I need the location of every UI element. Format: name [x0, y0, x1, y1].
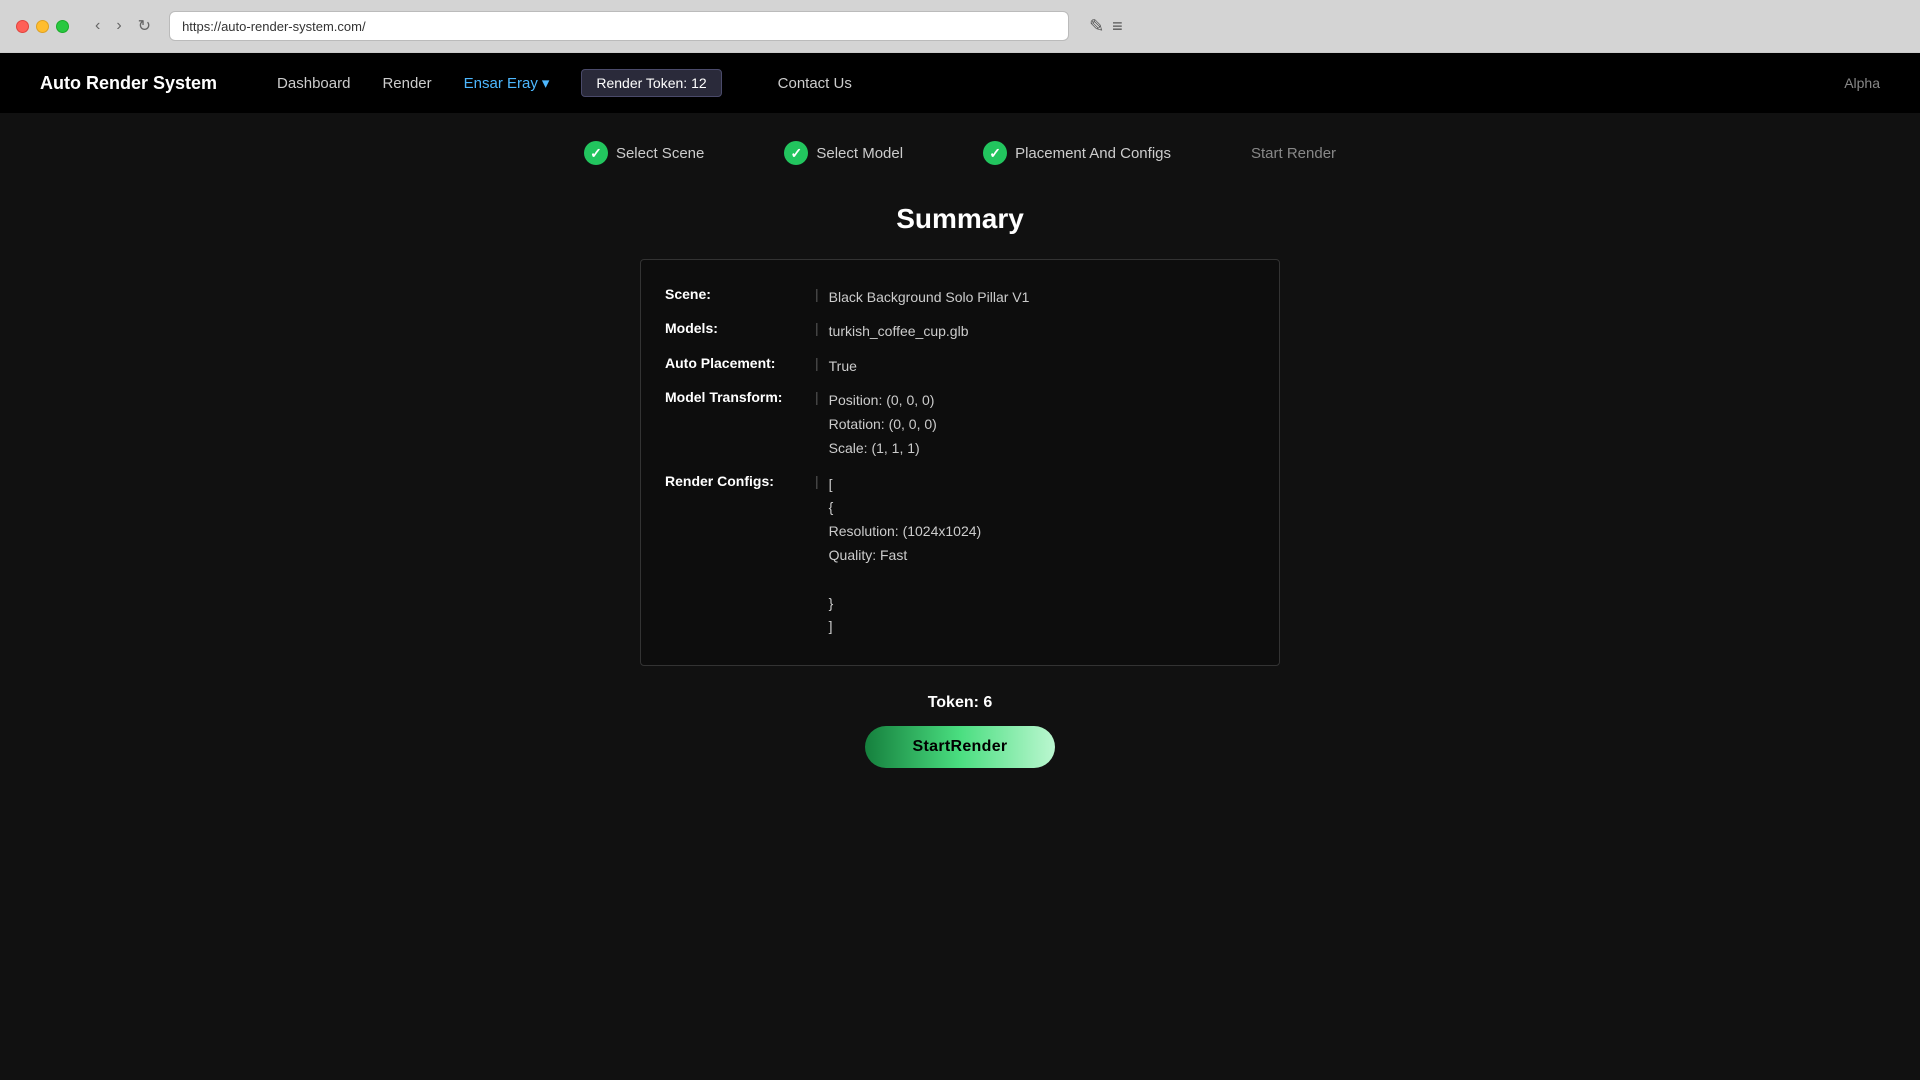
nav-dashboard[interactable]: Dashboard: [277, 75, 350, 92]
step-label-select-model: Select Model: [816, 145, 903, 162]
main-content: Summary Scene: | Black Background Solo P…: [0, 193, 1920, 1080]
maximize-button[interactable]: [56, 20, 69, 33]
step-start-render[interactable]: Start Render: [1251, 145, 1336, 162]
navbar: Auto Render System Dashboard Render Ensa…: [0, 53, 1920, 113]
summary-value-scene: Black Background Solo Pillar V1: [829, 286, 1030, 308]
summary-row-render-configs: Render Configs: | [ { Resolution: (1024x…: [665, 467, 1255, 646]
config-open-bracket: [: [829, 473, 982, 497]
summary-row-auto-placement: Auto Placement: | True: [665, 349, 1255, 383]
address-bar[interactable]: https://auto-render-system.com/: [169, 11, 1069, 41]
separator-render-configs: |: [815, 473, 819, 489]
nav-render[interactable]: Render: [382, 75, 431, 92]
browser-nav-buttons: ‹ › ↻: [89, 14, 157, 38]
step-label-placement-configs: Placement And Configs: [1015, 145, 1171, 162]
summary-row-scene: Scene: | Black Background Solo Pillar V1: [665, 280, 1255, 314]
separator-models: |: [815, 320, 819, 336]
step-check-placement-configs: ✓: [983, 141, 1007, 165]
config-spacer: [829, 568, 982, 592]
browser-titlebar: ‹ › ↻ https://auto-render-system.com/ ✎ …: [0, 0, 1920, 52]
summary-label-model-transform: Model Transform:: [665, 389, 805, 405]
menu-icon[interactable]: ≡: [1112, 16, 1123, 37]
config-resolution: Resolution: (1024x1024): [829, 520, 982, 544]
nav-user[interactable]: Ensar Eray ▾: [464, 74, 550, 92]
transform-rotation: Rotation: (0, 0, 0): [829, 413, 937, 437]
steps-bar: ✓ Select Scene ✓ Select Model ✓ Placemen…: [0, 113, 1920, 193]
url-text: https://auto-render-system.com/: [182, 19, 366, 34]
summary-value-models: turkish_coffee_cup.glb: [829, 320, 969, 342]
summary-row-model-transform: Model Transform: | Position: (0, 0, 0) R…: [665, 383, 1255, 466]
separator-scene: |: [815, 286, 819, 302]
separator-auto-placement: |: [815, 355, 819, 371]
reload-button[interactable]: ↻: [132, 14, 157, 38]
summary-value-auto-placement: True: [829, 355, 857, 377]
nav-token-badge: Render Token: 12: [581, 69, 721, 97]
transform-scale: Scale: (1, 1, 1): [829, 437, 937, 461]
separator-model-transform: |: [815, 389, 819, 405]
browser-actions: ✎ ≡: [1089, 16, 1123, 37]
summary-table: Scene: | Black Background Solo Pillar V1…: [640, 259, 1280, 666]
chevron-down-icon: ▾: [542, 74, 550, 92]
start-render-button[interactable]: StartRender: [865, 726, 1056, 768]
page-title: Summary: [896, 203, 1024, 235]
config-close-bracket: ]: [829, 615, 982, 639]
step-select-model[interactable]: ✓ Select Model: [784, 141, 903, 165]
summary-row-models: Models: | turkish_coffee_cup.glb: [665, 314, 1255, 348]
step-check-select-model: ✓: [784, 141, 808, 165]
token-info: Token: 6: [928, 694, 993, 712]
step-placement-configs[interactable]: ✓ Placement And Configs: [983, 141, 1171, 165]
app-container: Auto Render System Dashboard Render Ensa…: [0, 53, 1920, 1080]
summary-value-render-configs: [ { Resolution: (1024x1024) Quality: Fas…: [829, 473, 982, 640]
config-open-brace: {: [829, 496, 982, 520]
config-close-brace: }: [829, 592, 982, 616]
summary-label-models: Models:: [665, 320, 805, 336]
step-label-start-render: Start Render: [1251, 145, 1336, 162]
traffic-lights: [16, 20, 69, 33]
summary-label-scene: Scene:: [665, 286, 805, 302]
transform-position: Position: (0, 0, 0): [829, 389, 937, 413]
step-select-scene[interactable]: ✓ Select Scene: [584, 141, 704, 165]
nav-alpha: Alpha: [1844, 75, 1880, 91]
step-label-select-scene: Select Scene: [616, 145, 704, 162]
step-check-select-scene: ✓: [584, 141, 608, 165]
minimize-button[interactable]: [36, 20, 49, 33]
summary-value-model-transform: Position: (0, 0, 0) Rotation: (0, 0, 0) …: [829, 389, 937, 460]
forward-button[interactable]: ›: [110, 14, 127, 38]
nav-contact[interactable]: Contact Us: [778, 75, 852, 92]
browser-chrome: ‹ › ↻ https://auto-render-system.com/ ✎ …: [0, 0, 1920, 53]
config-quality: Quality: Fast: [829, 544, 982, 568]
back-button[interactable]: ‹: [89, 14, 106, 38]
nav-brand: Auto Render System: [40, 73, 217, 94]
summary-label-auto-placement: Auto Placement:: [665, 355, 805, 371]
close-button[interactable]: [16, 20, 29, 33]
nav-links: Dashboard Render Ensar Eray ▾ Render Tok…: [277, 69, 1844, 97]
edit-icon: ✎: [1089, 16, 1104, 37]
nav-user-name: Ensar Eray: [464, 75, 538, 92]
summary-label-render-configs: Render Configs:: [665, 473, 805, 489]
